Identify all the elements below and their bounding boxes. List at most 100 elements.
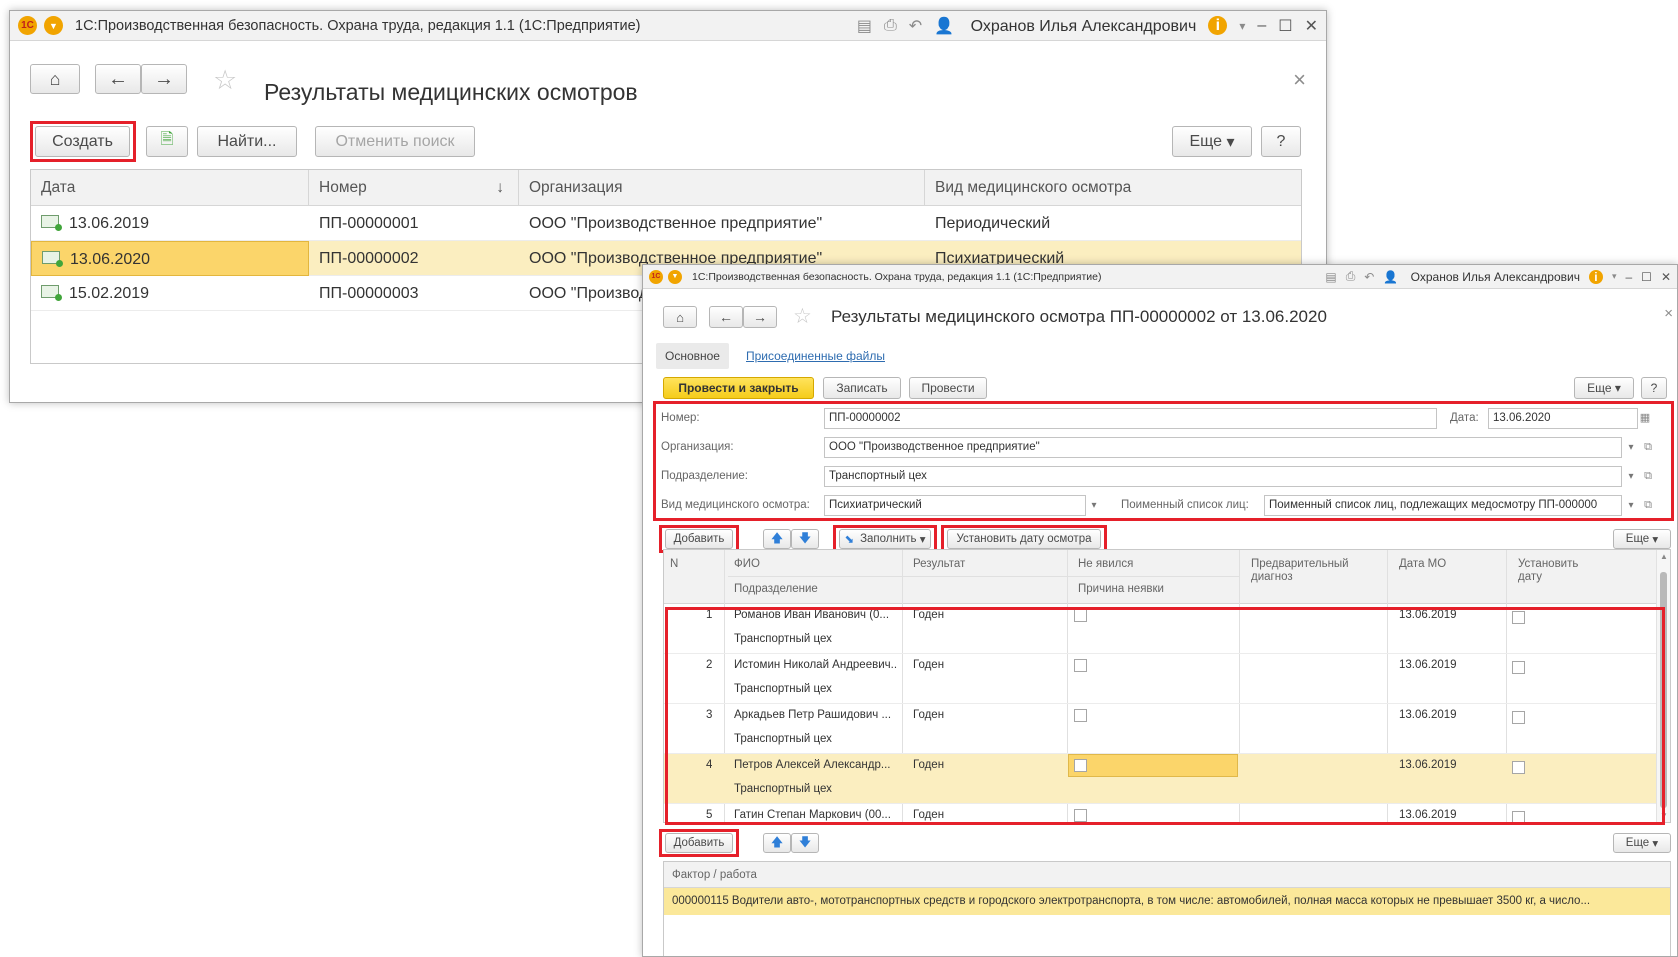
favorite-star-icon[interactable]: ☆ [213, 65, 237, 96]
current-user[interactable]: 👤 Охранов Илья Александрович [934, 16, 1196, 36]
close-window-icon[interactable]: ✕ [1661, 270, 1671, 284]
row-department[interactable]: Транспортный цех [728, 783, 832, 795]
row-exam-date[interactable]: 13.06.2019 [1393, 609, 1457, 621]
table-scrollbar[interactable]: ▲ ▼ [1656, 550, 1670, 822]
factor-row[interactable]: 000000115 Водители авто-, мототранспортн… [664, 888, 1670, 915]
maximize-icon[interactable]: ☐ [1641, 270, 1652, 284]
info-dropdown-icon[interactable]: ▾ [1612, 271, 1617, 282]
1c-logo-icon[interactable]: 1С [649, 269, 663, 284]
forward-button[interactable]: → [141, 64, 187, 94]
info-icon[interactable]: i [1208, 16, 1228, 35]
set-date-checkbox[interactable] [1512, 811, 1525, 822]
row-department[interactable]: Транспортный цех [728, 733, 832, 745]
add-person-button[interactable]: Добавить [665, 529, 733, 549]
back-button[interactable]: ← [95, 64, 141, 94]
column-header-diagnosis[interactable]: Предварительный диагноз [1245, 558, 1375, 584]
save-icon[interactable]: ▤ [1325, 270, 1336, 284]
row-exam-date[interactable]: 13.06.2019 [1393, 809, 1457, 821]
scroll-up-icon[interactable]: ▲ [1660, 552, 1668, 561]
column-header-factor[interactable]: Фактор / работа [664, 862, 1670, 888]
organization-dropdown-icon[interactable]: ▾ [1623, 437, 1639, 458]
1c-logo-icon[interactable]: 1С [18, 16, 37, 35]
main-menu-icon[interactable]: ▼ [668, 269, 682, 284]
minimize-icon[interactable]: – [1625, 270, 1632, 284]
column-header-set-date[interactable]: Установить дату [1512, 558, 1602, 584]
exam-kind-dropdown-icon[interactable]: ▾ [1086, 495, 1102, 516]
absent-checkbox[interactable] [1074, 759, 1087, 772]
more-button[interactable]: Еще ▾ [1574, 377, 1634, 399]
table-more-button[interactable]: Еще ▾ [1613, 529, 1671, 549]
organization-open-icon[interactable]: ⧉ [1641, 437, 1655, 458]
find-button[interactable]: Найти... [197, 126, 297, 157]
department-field[interactable]: Транспортный цех [824, 466, 1622, 487]
minimize-icon[interactable]: – [1257, 17, 1266, 35]
column-header-number[interactable]: Номер ↓ [309, 170, 519, 206]
scroll-down-icon[interactable]: ▼ [1660, 811, 1668, 820]
column-header-date[interactable]: Дата [31, 170, 309, 206]
date-field[interactable]: 13.06.2020 [1488, 408, 1638, 429]
history-icon[interactable]: ↶ [909, 16, 922, 36]
info-icon[interactable]: i [1588, 269, 1603, 284]
row-department[interactable]: Транспортный цех [728, 633, 832, 645]
print-icon[interactable]: ⎙ [1346, 269, 1356, 284]
named-list-field[interactable]: Поименный список лиц, подлежащих медосмо… [1264, 495, 1622, 516]
more-button[interactable]: Еще ▾ [1172, 126, 1252, 157]
row-fio[interactable]: Петров Алексей Александр... [728, 759, 898, 771]
calendar-icon[interactable]: ▦ [1638, 408, 1652, 429]
info-dropdown-icon[interactable]: ▾ [1239, 19, 1245, 33]
tab-main[interactable]: Основное [656, 343, 729, 369]
set-exam-date-button[interactable]: Установить дату осмотра [947, 529, 1101, 549]
move-down-button[interactable]: 🡇 [791, 529, 819, 549]
row-department[interactable]: Транспортный цех [728, 683, 832, 695]
move-up-button[interactable]: 🡅 [763, 529, 791, 549]
absent-checkbox[interactable] [1074, 709, 1087, 722]
named-list-dropdown-icon[interactable]: ▾ [1623, 495, 1639, 516]
main-menu-icon[interactable]: ▼ [44, 16, 63, 35]
column-header-exam-kind[interactable]: Вид медицинского осмотра [925, 170, 1301, 206]
post-button[interactable]: Провести [909, 377, 987, 399]
active-cell[interactable] [1068, 754, 1238, 777]
table-row[interactable]: 3 Аркадьев Петр Рашидович ... Транспортн… [664, 704, 1656, 754]
table-row[interactable]: 13.06.2019 ПП-00000001 ООО "Производстве… [31, 206, 1301, 241]
row-result[interactable]: Годен [907, 809, 944, 821]
row-result[interactable]: Годен [907, 709, 944, 721]
create-button[interactable]: Создать [35, 126, 130, 157]
help-button[interactable]: ? [1641, 377, 1667, 399]
history-icon[interactable]: ↶ [1364, 270, 1374, 284]
table-row-selected[interactable]: 4 Петров Алексей Александр... Транспортн… [664, 754, 1656, 804]
row-fio[interactable]: Романов Иван Иванович (0... [728, 609, 898, 621]
column-header-fio[interactable]: ФИО [728, 558, 760, 571]
absent-checkbox[interactable] [1074, 809, 1087, 822]
scrollbar-thumb[interactable] [1660, 572, 1667, 808]
save-icon[interactable]: ▤ [857, 16, 872, 36]
save-button[interactable]: Записать [823, 377, 901, 399]
post-and-close-button[interactable]: Провести и закрыть [663, 377, 814, 399]
cancel-search-button[interactable]: Отменить поиск [315, 126, 475, 157]
add-factor-button[interactable]: Добавить [665, 833, 733, 853]
row-result[interactable]: Годен [907, 659, 944, 671]
column-header-absent[interactable]: Не явился [1072, 558, 1133, 571]
column-header-exam-date[interactable]: Дата МО [1393, 558, 1446, 571]
factor-more-button[interactable]: Еще ▾ [1613, 833, 1671, 853]
close-form-icon[interactable]: × [1664, 305, 1673, 322]
column-header-organization[interactable]: Организация [519, 170, 925, 206]
copy-button[interactable]: 🗎 [146, 126, 188, 157]
current-user[interactable]: 👤 Охранов Илья Александрович [1383, 270, 1580, 284]
column-header-result[interactable]: Результат [907, 558, 965, 571]
exam-kind-field[interactable]: Психиатрический [824, 495, 1086, 516]
back-button[interactable]: ← [709, 306, 743, 328]
row-exam-date[interactable]: 13.06.2019 [1393, 759, 1457, 771]
help-button[interactable]: ? [1261, 126, 1301, 157]
fill-button[interactable]: ⬊ Заполнить ▾ [839, 529, 931, 549]
row-fio[interactable]: Гатин Степан Маркович (00... [728, 809, 898, 821]
row-result[interactable]: Годен [907, 609, 944, 621]
row-fio[interactable]: Аркадьев Петр Рашидович ... [728, 709, 898, 721]
column-header-absence-reason[interactable]: Причина неявки [1072, 583, 1164, 596]
table-row[interactable]: 1 Романов Иван Иванович (0... Транспортн… [664, 604, 1656, 654]
column-header-department[interactable]: Подразделение [728, 583, 818, 596]
set-date-checkbox[interactable] [1512, 761, 1525, 774]
set-date-checkbox[interactable] [1512, 711, 1525, 724]
set-date-checkbox[interactable] [1512, 661, 1525, 674]
table-row[interactable]: 2 Истомин Николай Андреевич... Транспорт… [664, 654, 1656, 704]
home-button[interactable]: ⌂ [663, 306, 697, 328]
